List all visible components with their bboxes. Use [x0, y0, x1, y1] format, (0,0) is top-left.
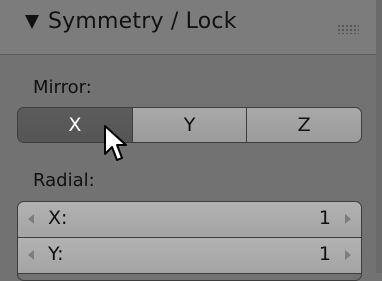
panel-title: Symmetry / Lock	[48, 9, 237, 34]
mirror-z-button[interactable]: Z	[246, 108, 361, 142]
increment-arrow-icon[interactable]	[345, 214, 351, 224]
panel-header[interactable]: Symmetry / Lock	[0, 0, 376, 55]
radial-fields: X: 1 Y: 1	[17, 201, 362, 281]
mirror-toggle-group: X Y Z	[17, 107, 362, 143]
radial-y-field[interactable]: Y: 1	[18, 238, 361, 274]
mirror-y-button[interactable]: Y	[131, 108, 247, 142]
triangle-down-icon[interactable]	[25, 15, 39, 29]
mouse-pointer-icon	[104, 125, 127, 161]
mirror-label: Mirror:	[33, 77, 92, 98]
decrement-arrow-icon[interactable]	[28, 214, 34, 224]
radial-y-value: 1	[318, 243, 331, 265]
radial-label: Radial:	[33, 170, 95, 191]
radial-x-field[interactable]: X: 1	[18, 202, 361, 238]
increment-arrow-icon[interactable]	[345, 250, 351, 260]
symmetry-lock-panel: Symmetry / Lock Mirror: X Y Z Radial: X:…	[0, 0, 382, 281]
radial-y-label: Y:	[48, 243, 64, 265]
radial-x-value: 1	[318, 207, 331, 229]
decrement-arrow-icon[interactable]	[28, 250, 34, 260]
panel-scrollbar-edge	[376, 0, 382, 273]
grip-dots-icon[interactable]	[337, 24, 359, 34]
radial-x-label: X:	[48, 207, 68, 229]
